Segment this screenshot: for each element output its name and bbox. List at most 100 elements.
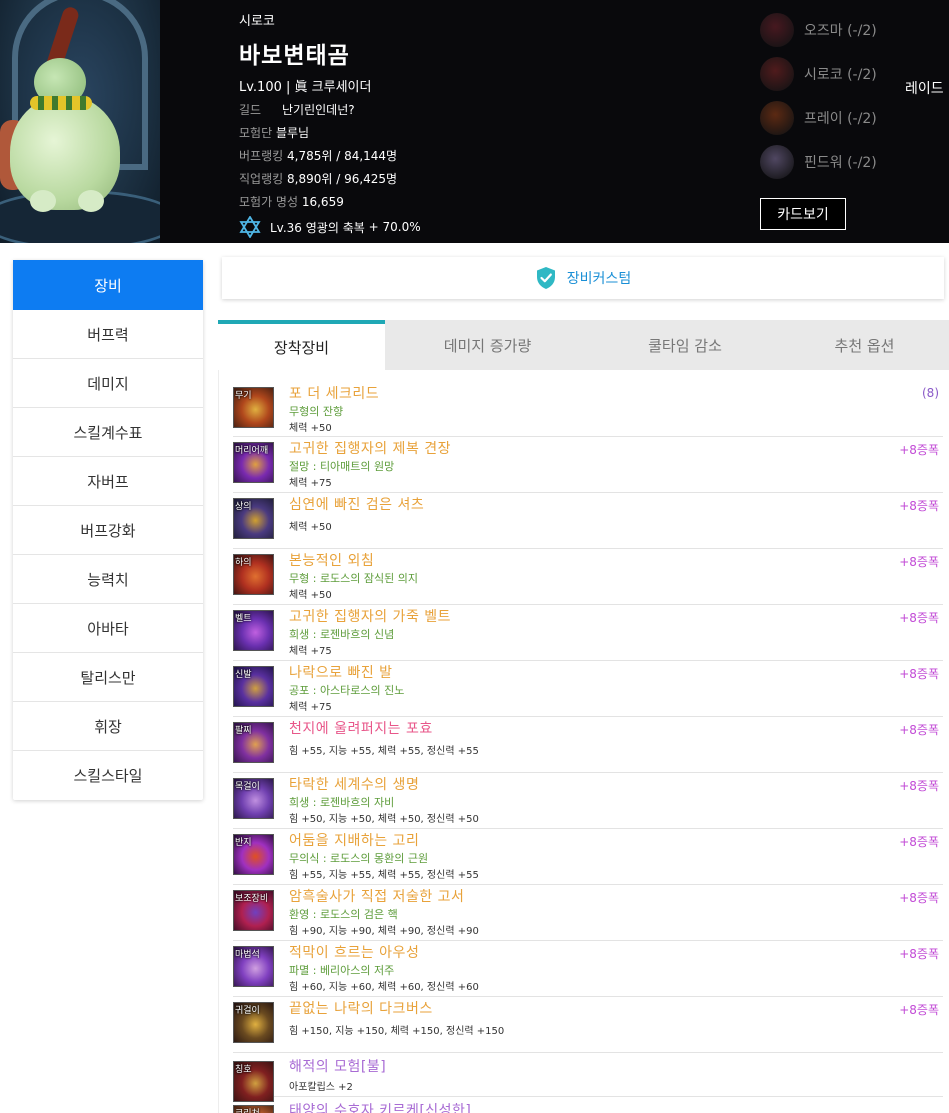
equipment-item-icon[interactable]: 상의 [233,498,274,539]
buff-rank-row: 버프랭킹 4,785위 / 84,144명 [239,147,397,164]
sidebar-item[interactable]: 자버프 [13,457,203,506]
guild-value[interactable]: 난기린인데넌? [282,103,355,117]
equipment-name[interactable]: 나락으로 빠진 발 [289,662,393,682]
equipment-item-icon[interactable]: 반지 [233,834,274,875]
character-header: 시로코 바보변태곰 Lv.100 | 眞 크루세이더 길드 난기린인데넌? 모험단… [0,0,949,243]
raid-name: 시로코 (-/2) [804,67,877,83]
level-text: Lv.100 [239,80,282,95]
equipment-amplify: +8증폭 [899,667,939,681]
equipment-name[interactable]: 포 더 세크리드 [289,383,379,403]
equipment-name[interactable]: 암흑술사가 직접 저술한 고서 [289,886,464,906]
character-portrait [0,0,160,243]
card-view-button[interactable]: 카드보기 [760,198,846,230]
job-rank-row: 직업랭킹 8,890위 / 96,425명 [239,170,397,187]
equipment-name[interactable]: 천지에 울려퍼지는 포효 [289,718,433,738]
equipment-row[interactable]: 크리쳐 태양의 수호자 키르케[신성한] [233,1097,943,1113]
equipment-slot-label: 팔찌 [235,726,252,736]
tab-equipped[interactable]: 장착장비 [218,320,385,370]
equipment-stat: 힘 +90, 지능 +90, 체력 +90, 정신력 +90 [289,926,479,937]
equipment-item-icon[interactable]: 팔찌 [233,722,274,763]
equipment-stat: 체력 +75 [289,478,332,489]
tab-recommended-options[interactable]: 추천 옵션 [780,320,949,370]
equipment-stat: 체력 +50 [289,522,332,533]
adventure-row: 모험단 블루님 [239,124,309,141]
sidebar-item[interactable]: 휘장 [13,702,203,751]
equipment-name[interactable]: 고귀한 집행자의 제복 견장 [289,438,451,458]
equipment-row[interactable]: 상의 심연에 빠진 검은 셔츠체력 +50 +8증폭 [233,493,943,549]
equipment-amplify: +8증폭 [899,499,939,513]
sidebar-item[interactable]: 데미지 [13,359,203,408]
equipment-stat: 힘 +55, 지능 +55, 체력 +55, 정신력 +55 [289,746,479,757]
equipment-row[interactable]: 칭호 해적의 모험[불] 아포칼립스 +2 [233,1053,943,1102]
equipment-name[interactable]: 타락한 세계수의 생명 [289,774,419,794]
shield-check-icon [535,266,557,290]
glory-value: + 70.0% [368,220,421,234]
guild-label: 길드 [239,103,262,117]
equipment-stat: 체력 +50 [289,423,332,434]
equipment-item-icon[interactable]: 벨트 [233,610,274,651]
sidebar-item[interactable]: 장비 [13,260,203,310]
equipment-name[interactable]: 적막이 흐르는 아우성 [289,942,419,962]
equipment-item-icon[interactable]: 머리어깨 [233,442,274,483]
equipment-item-icon[interactable]: 칭호 [233,1061,274,1102]
equipment-item-icon[interactable]: 무기 [233,387,274,428]
level-separator: | [286,80,291,95]
equipment-slot-label: 벨트 [235,614,252,624]
equipment-item-icon[interactable]: 마법석 [233,946,274,987]
equipment-row[interactable]: 머리어깨 고귀한 집행자의 제복 견장 절망 : 티아매트의 원망 체력 +75 +8증… [233,437,943,493]
fame-label: 모험가 명성 [239,195,299,209]
sidebar-item[interactable]: 아바타 [13,604,203,653]
equipment-slot-label: 칭호 [235,1065,252,1075]
raid-name: 프레이 (-/2) [804,111,877,127]
equipment-row[interactable]: 보조장비 암흑술사가 직접 저술한 고서 환영 : 로도스의 검은 핵힘 +90, … [233,885,943,941]
equipment-name[interactable]: 고귀한 집행자의 가죽 벨트 [289,606,451,626]
equipment-stat: 힘 +150, 지능 +150, 체력 +150, 정신력 +150 [289,1026,505,1037]
equipment-item-icon[interactable]: 목걸이 [233,778,274,819]
equipment-name[interactable]: 심연에 빠진 검은 셔츠 [289,494,424,514]
sidebar-item[interactable]: 버프력 [13,310,203,359]
equipment-amplify: +8증폭 [899,835,939,849]
equipment-item-icon[interactable]: 귀걸이 [233,1002,274,1043]
level-class: Lv.100 | 眞 크루세이더 [239,76,371,95]
character-info: 시로코 바보변태곰 Lv.100 | 眞 크루세이더 길드 난기린인데넌? 모험단… [239,0,709,243]
equipment-item-icon[interactable]: 보조장비 [233,890,274,931]
equipment-slot-label: 목걸이 [235,782,260,792]
raid-label: 레이드 [905,81,944,97]
equipment-name[interactable]: 해적의 모험[불] [289,1056,386,1076]
buff-rank-value: 4,785위 / 84,144명 [287,149,398,163]
tab-damage-increase[interactable]: 데미지 증가량 [385,320,590,370]
sidebar-item[interactable]: 탈리스만 [13,653,203,702]
equipment-tabs: 장착장비 데미지 증가량 쿨타임 감소 추천 옵션 [218,320,949,370]
sidebar-item[interactable]: 능력치 [13,555,203,604]
fame-value: 16,659 [301,195,344,209]
equipment-item-icon[interactable]: 신발 [233,666,274,707]
equipment-row[interactable]: 무기 포 더 세크리드 무형의 잔향 체력 +50 (8) [233,382,943,437]
sidebar-item[interactable]: 스킬스타일 [13,751,203,800]
equipment-name[interactable]: 어둠을 지배하는 고리 [289,830,419,850]
equipment-item-icon[interactable]: 크리쳐 [233,1105,274,1113]
equipment-row[interactable]: 벨트 고귀한 집행자의 가죽 벨트희생 : 로젠바흐의 신념체력 +75 +8증폭 [233,605,943,661]
equipment-row[interactable]: 반지 어둠을 지배하는 고리 무의식 : 로도스의 몽환의 근원 힘 +55, 지능 … [233,829,943,885]
equipment-name[interactable]: 끝없는 나락의 다크버스 [289,998,433,1018]
equipment-row[interactable]: 팔찌 천지에 울려퍼지는 포효힘 +55, 지능 +55, 체력 +55, 정신력… [233,717,943,773]
equipment-row[interactable]: 마법석 적막이 흐르는 아우성 파멸 : 베리아스의 저주 힘 +60, 지능 +60… [233,941,943,997]
equipment-stat: 체력 +50 [289,590,332,601]
sidebar-item[interactable]: 스킬계수표 [13,408,203,457]
equipment-option: 희생 : 로젠바흐의 신념 [289,628,395,641]
equipment-custom-button[interactable]: 장비커스텀 [222,257,944,299]
equipment-name[interactable]: 본능적인 외침 [289,550,374,570]
equipment-row[interactable]: 목걸이 타락한 세계수의 생명 희생 : 로젠바흐의 자비 힘 +50, 지능 +50… [233,773,943,829]
raid-item: 오즈마 (-/2) [760,12,940,48]
equipment-amplify: +8증폭 [899,611,939,625]
equipment-row[interactable]: 신발 나락으로 빠진 발 공포 : 아스타로스의 진노 체력 +75 +8증폭 [233,661,943,717]
equipment-item-icon[interactable]: 하의 [233,554,274,595]
equipment-option: 무형의 잔향 [289,405,344,418]
tab-cooldown-reduction[interactable]: 쿨타임 감소 [590,320,780,370]
equipment-row[interactable]: 하의 본능적인 외침 무형 : 로도스의 잠식된 의지 체력 +50 +8증폭 [233,549,943,605]
equipment-stat: 체력 +75 [289,646,332,657]
sidebar-item[interactable]: 버프강화 [13,506,203,555]
equipment-row[interactable]: 귀걸이 끝없는 나락의 다크버스힘 +150, 지능 +150, 체력 +150,… [233,997,943,1053]
adventure-value[interactable]: 블루님 [276,126,309,140]
equipment-name[interactable]: 태양의 수호자 키르케[신성한] [289,1100,471,1113]
character-name: 바보변태곰 [239,43,350,69]
